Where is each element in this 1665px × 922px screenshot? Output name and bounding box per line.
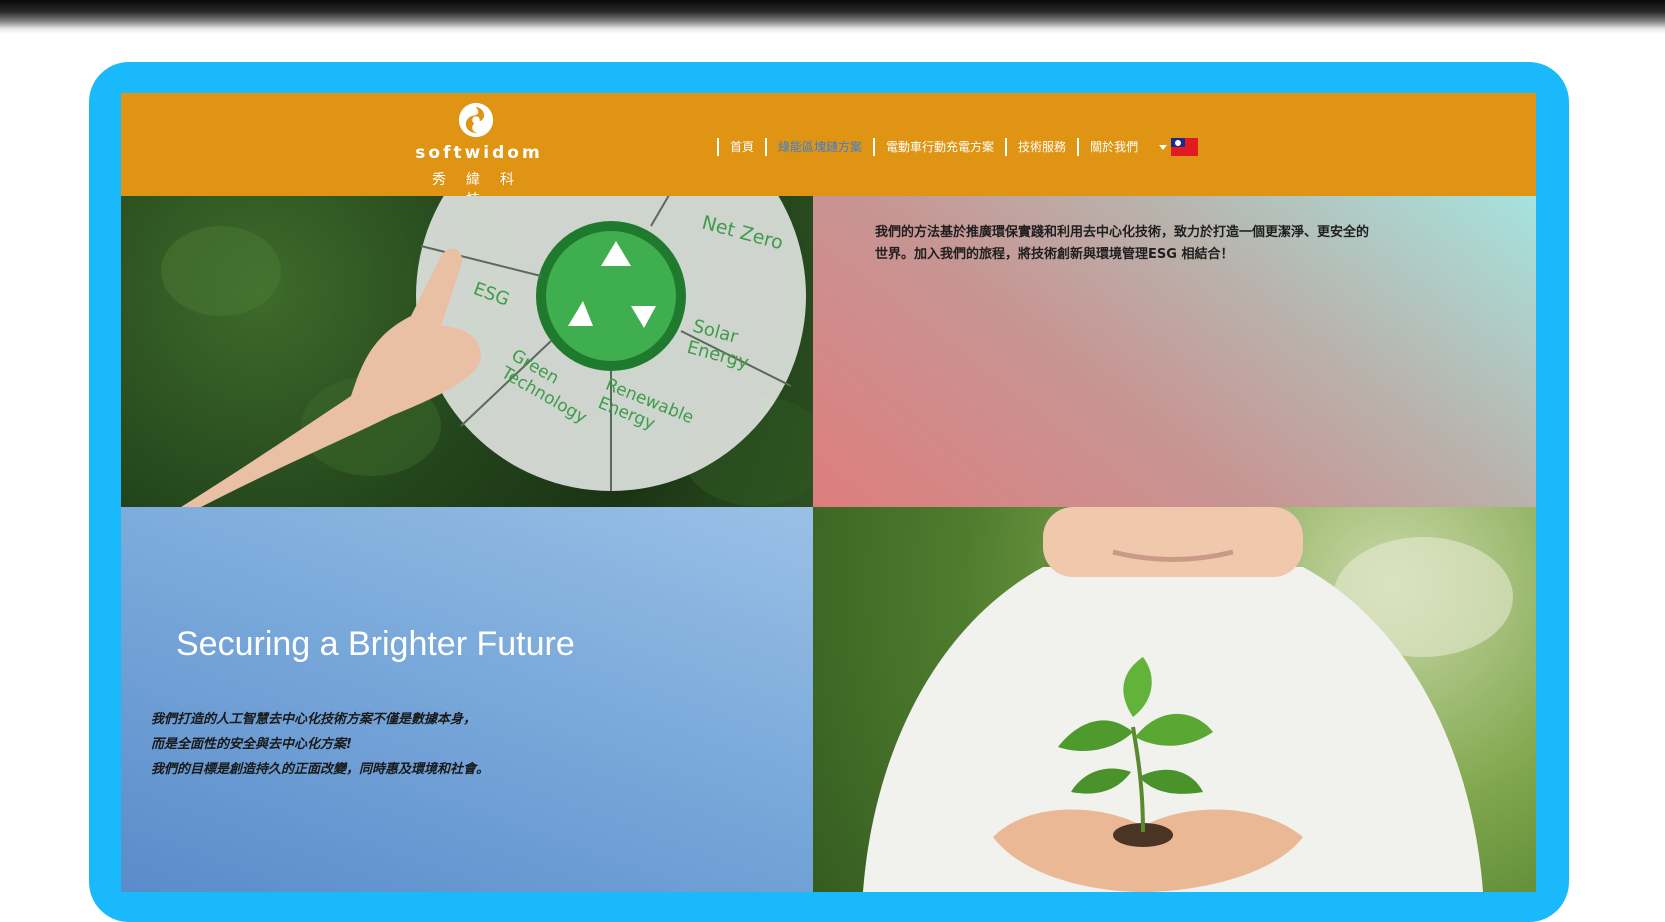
- hero-line-2: 而是全面性的安全與去中心化方案!: [151, 737, 352, 752]
- nav-item-about[interactable]: 關於我們: [1077, 138, 1149, 156]
- intro-line-2: 世界。加入我們的旅程，將技術創新與環境管理ESG 相結合！: [875, 247, 1234, 262]
- website-viewport: softwidom 秀緯科技 首頁 綠能區塊鏈方案 電動車行動充電方案 技術服務…: [121, 93, 1536, 892]
- child-seedling-image: [813, 507, 1536, 892]
- logo[interactable]: softwidom 秀緯科技: [414, 101, 544, 208]
- taiwan-flag-icon: [1171, 138, 1199, 156]
- logo-swirl-icon: [458, 102, 494, 138]
- intro-panel: 我們的方法基於推廣環保實踐和利用去中心化技術，致力於打造一個更潔淨、更安全的 世…: [813, 196, 1536, 507]
- language-switcher[interactable]: [1159, 138, 1199, 156]
- nav-item-tech-services[interactable]: 技術服務: [1005, 138, 1077, 156]
- top-shadow: [0, 0, 1665, 34]
- nav-item-home[interactable]: 首頁: [717, 138, 765, 156]
- hero-text: 我們打造的人工智慧去中心化技術方案不僅是數據本身， 而是全面性的安全與去中心化方…: [151, 707, 631, 782]
- brand-name: softwidom: [415, 143, 543, 163]
- hero-title: Securing a Brighter Future: [176, 625, 575, 663]
- esg-wheel-image: Net Zero ESG Solar Energy Green Technolo…: [121, 196, 813, 507]
- main-nav: 首頁 綠能區塊鏈方案 電動車行動充電方案 技術服務 關於我們: [717, 137, 1199, 157]
- hero-line-3: 我們的目標是創造持久的正面改變，同時惠及環境和社會。: [151, 762, 490, 777]
- intro-text: 我們的方法基於推廣環保實踐和利用去中心化技術，致力於打造一個更潔淨、更安全的 世…: [875, 222, 1415, 266]
- intro-line-1: 我們的方法基於推廣環保實踐和利用去中心化技術，致力於打造一個更潔淨、更安全的: [875, 225, 1370, 240]
- hero-line-1: 我們打造的人工智慧去中心化技術方案不僅是數據本身，: [151, 712, 477, 727]
- hero-panel: Securing a Brighter Future 我們打造的人工智慧去中心化…: [121, 507, 813, 892]
- pointing-hand-image: [181, 248, 481, 507]
- site-header: softwidom 秀緯科技 首頁 綠能區塊鏈方案 電動車行動充電方案 技術服務…: [121, 93, 1536, 208]
- nav-item-green-blockchain[interactable]: 綠能區塊鏈方案: [765, 138, 873, 156]
- caret-down-icon: [1159, 144, 1168, 150]
- nav-item-ev-charging[interactable]: 電動車行動充電方案: [873, 138, 1005, 156]
- child-figure: [863, 507, 1483, 892]
